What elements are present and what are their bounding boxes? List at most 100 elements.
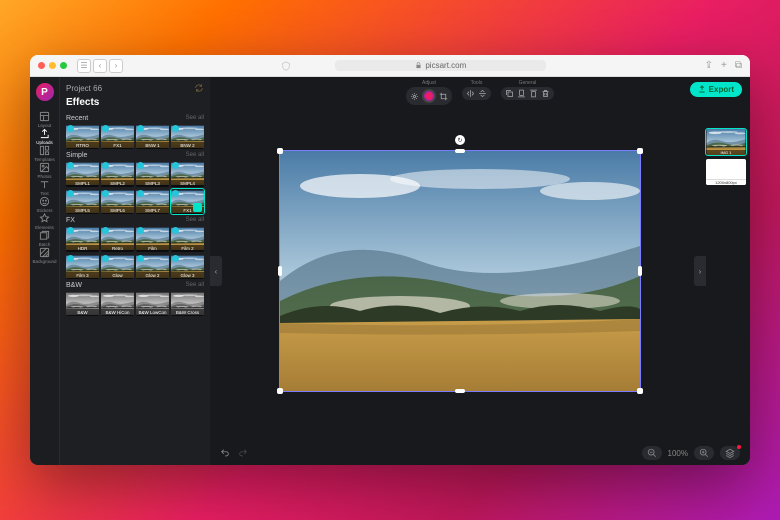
sidebar-toggle[interactable]: ☰ (77, 59, 91, 73)
layer-thumb[interactable]: IMG 1 (706, 129, 746, 155)
effect-thumb[interactable]: SMPL1 (66, 161, 99, 186)
undo-button[interactable] (220, 448, 230, 458)
effect-thumb[interactable]: Glow 3 (171, 254, 204, 279)
effect-thumb[interactable]: Film 3 (66, 254, 99, 279)
crop-icon[interactable] (439, 92, 448, 101)
effect-label: SMPL6 (101, 207, 134, 214)
nav-text[interactable]: Text (34, 179, 56, 196)
canvas-area: AdjustToolsGeneral Export ‹ › ↻ (210, 77, 750, 465)
canvas-image[interactable] (280, 151, 640, 391)
effect-thumb[interactable]: SMPL3 (136, 161, 169, 186)
flip-h-icon[interactable] (466, 89, 475, 98)
effect-thumb[interactable]: Glow 2 (136, 254, 169, 279)
effect-thumb[interactable]: BNW 2 (171, 124, 204, 149)
resize-bm[interactable] (455, 389, 465, 393)
resize-lm[interactable] (278, 266, 282, 276)
effect-thumb[interactable]: SMPL2 (101, 161, 134, 186)
nav-background[interactable]: Background (34, 247, 56, 264)
panel-title: Effects (66, 97, 204, 108)
nav-elements[interactable]: Elements (34, 213, 56, 230)
effects-panel: Project 66 Effects RecentSee allRTROFX1B… (60, 77, 210, 465)
effect-thumb[interactable]: B&W (66, 291, 99, 316)
effect-thumb[interactable]: HDR (66, 226, 99, 251)
minimize-window[interactable] (49, 62, 56, 69)
layer-thumb[interactable]: 1200x800px (706, 159, 746, 185)
duplicate-icon[interactable] (505, 89, 514, 98)
resize-tm[interactable] (455, 149, 465, 153)
add-icon[interactable]: + (721, 60, 727, 71)
effect-thumb[interactable]: SMPL6 (101, 189, 134, 214)
app-logo[interactable]: P (36, 83, 54, 101)
effect-label: SMPL3 (136, 180, 169, 187)
see-all[interactable]: See all (186, 115, 204, 122)
effect-thumb[interactable]: Retro (101, 226, 134, 251)
effect-label: BNW 2 (171, 142, 204, 149)
nav-layout[interactable]: Layout (34, 111, 56, 128)
refresh-icon[interactable] (194, 83, 204, 93)
see-all[interactable]: See all (186, 217, 204, 224)
effect-thumb[interactable]: FX1 (101, 124, 134, 149)
rotate-handle[interactable]: ↻ (455, 135, 465, 145)
window-controls[interactable] (38, 62, 67, 69)
nav-upload[interactable]: Uploads (34, 128, 56, 145)
effect-label: Film (136, 245, 169, 252)
effect-label: B&W HiCon (101, 309, 134, 316)
project-name[interactable]: Project 66 (66, 84, 102, 93)
resize-rm[interactable] (638, 266, 642, 276)
share-icon[interactable]: ⇪ (705, 60, 713, 71)
effect-label: B&W Cross (171, 309, 204, 316)
effect-thumb[interactable]: B&W HiCon (101, 291, 134, 316)
nav-fwd[interactable]: › (109, 59, 123, 73)
effect-thumb[interactable]: Film (136, 226, 169, 251)
zoom-out[interactable] (642, 446, 662, 460)
maximize-window[interactable] (60, 62, 67, 69)
effect-thumb[interactable]: SMPL5 (66, 189, 99, 214)
nav-batch[interactable]: Batch (34, 230, 56, 247)
close-window[interactable] (38, 62, 45, 69)
export-button[interactable]: Export (690, 82, 742, 97)
effect-thumb[interactable]: SMPL4 (171, 161, 204, 186)
effect-thumb[interactable]: BNW 1 (136, 124, 169, 149)
address-bar[interactable]: picsart.com (335, 60, 546, 71)
effect-thumb[interactable]: B&W LowCon (136, 291, 169, 316)
nav-photos[interactable]: Photos (34, 162, 56, 179)
url-text: picsart.com (425, 61, 466, 70)
flip-v-icon[interactable] (478, 89, 487, 98)
next-arrow[interactable]: › (694, 256, 706, 286)
shield-icon (281, 61, 291, 71)
effect-label: SMPL4 (171, 180, 204, 187)
adjust-icon[interactable] (410, 92, 419, 101)
section-name: Simple (66, 152, 87, 159)
section-name: B&W (66, 282, 82, 289)
effect-label: Retro (101, 245, 134, 252)
effect-thumb[interactable]: SMPL7 (136, 189, 169, 214)
effect-thumb[interactable]: Film 2 (171, 226, 204, 251)
resize-br[interactable] (637, 388, 643, 394)
nav-templates[interactable]: Templates (34, 145, 56, 162)
delete-icon[interactable] (541, 89, 550, 98)
text-icon (39, 179, 50, 190)
effect-thumb[interactable]: B&W Cross (171, 291, 204, 316)
resize-bl[interactable] (277, 388, 283, 394)
nav-back[interactable]: ‹ (93, 59, 107, 73)
back-icon[interactable] (529, 89, 538, 98)
layers-button[interactable] (720, 446, 740, 460)
see-all[interactable]: See all (186, 282, 204, 289)
front-icon[interactable] (517, 89, 526, 98)
redo-button[interactable] (238, 448, 248, 458)
layer-label: 1200x800px (706, 179, 746, 185)
effect-thumb[interactable]: Glow (101, 254, 134, 279)
zoom-in[interactable] (694, 446, 714, 460)
effect-thumb[interactable]: FX1 (171, 189, 204, 214)
tabs-icon[interactable]: ⧉ (735, 60, 742, 71)
premium-badge-icon (172, 190, 179, 197)
nav-stickers[interactable]: Stickers (34, 196, 56, 213)
zoom-value[interactable]: 100% (668, 449, 688, 458)
effect-thumb[interactable]: RTRO (66, 124, 99, 149)
prev-arrow[interactable]: ‹ (210, 256, 222, 286)
resize-tr[interactable] (637, 148, 643, 154)
see-all[interactable]: See all (186, 152, 204, 159)
resize-tl[interactable] (277, 148, 283, 154)
canvas[interactable]: ↻ (280, 151, 640, 391)
effect-label: BNW 1 (136, 142, 169, 149)
